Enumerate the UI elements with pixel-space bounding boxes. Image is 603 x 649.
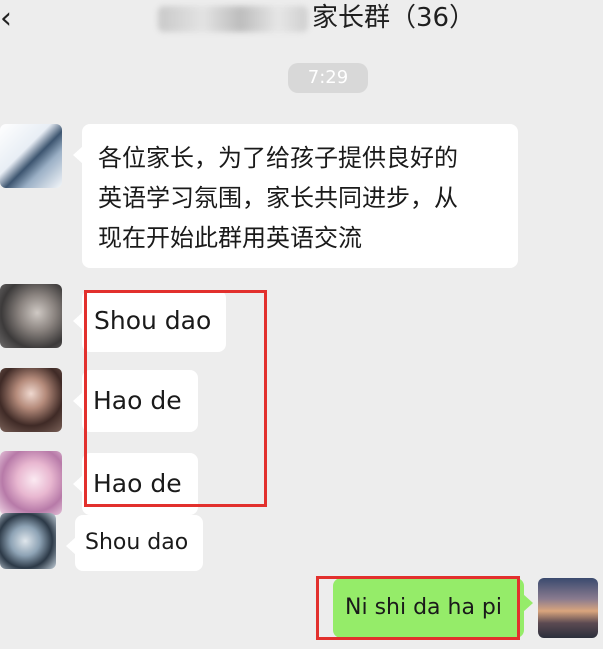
message-bubble[interactable]: Hao de	[73, 453, 198, 515]
chat-header: ‹ 家长群（36）	[0, 0, 603, 44]
timestamp-label: 7:29	[288, 63, 368, 93]
avatar[interactable]	[0, 368, 62, 432]
avatar[interactable]	[0, 513, 56, 569]
message-text: Shou dao	[85, 530, 189, 555]
avatar[interactable]	[0, 284, 62, 348]
avatar[interactable]	[0, 124, 62, 188]
message-line: 英语学习氛围，家长共同进步，从	[98, 184, 458, 212]
message-line: 现在开始此群用英语交流	[98, 224, 362, 252]
avatar[interactable]	[0, 451, 62, 515]
outgoing-message-bubble[interactable]: Ni shi da ha pi	[333, 578, 533, 638]
blurred-title-part	[158, 6, 308, 32]
group-title: 家长群（36）	[312, 3, 476, 33]
message-line: 各位家长，为了给孩子提供良好的	[98, 144, 458, 172]
message-bubble[interactable]: Shou dao	[73, 290, 226, 352]
avatar-self[interactable]	[538, 578, 598, 638]
message-bubble[interactable]: Hao de	[73, 370, 198, 432]
back-button[interactable]: ‹	[0, 2, 12, 36]
message-bubble[interactable]: Shou dao	[66, 515, 203, 571]
message-text: Hao de	[93, 469, 182, 498]
chat-screen: ‹ 家长群（36） 7:29 各位家长，为了给孩子提供良好的 英语学习氛围，家长…	[0, 0, 603, 649]
message-text: Hao de	[93, 386, 182, 415]
message-bubble[interactable]: 各位家长，为了给孩子提供良好的 英语学习氛围，家长共同进步，从 现在开始此群用英…	[73, 124, 518, 268]
message-text: Shou dao	[94, 306, 212, 335]
message-text: Ni shi da ha pi	[345, 595, 503, 620]
